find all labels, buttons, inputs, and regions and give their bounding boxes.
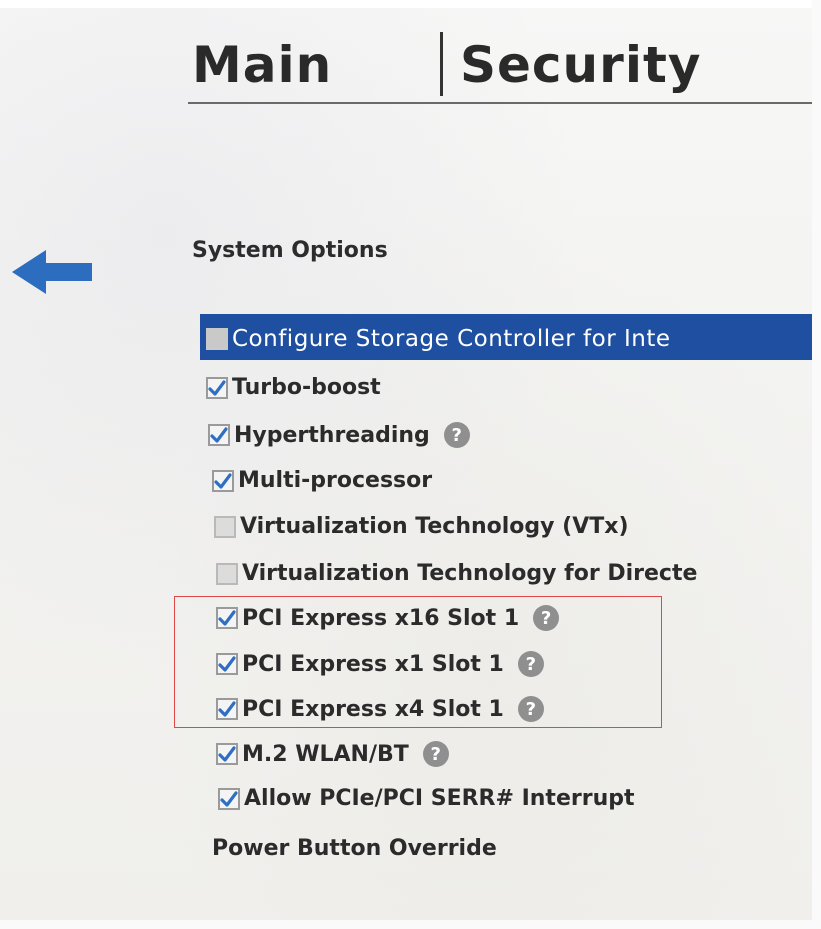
option-label: Virtualization Technology (VTx): [240, 514, 629, 539]
option-checkbox[interactable]: [216, 743, 238, 765]
question-circle-icon[interactable]: ?: [443, 422, 470, 448]
arrow-left-icon: [12, 250, 92, 294]
photo-bottom-margin: [0, 920, 821, 929]
option-checkbox[interactable]: [214, 515, 236, 538]
option-label: Allow PCIe/PCI SERR# Interrupt: [244, 786, 635, 811]
option-checkbox[interactable]: [218, 787, 240, 810]
option-row[interactable]: Virtualization Technology for Directe: [216, 561, 697, 586]
checkmark-icon: [220, 790, 238, 807]
photo-right-margin: [812, 0, 821, 929]
tab-underline: [188, 102, 821, 104]
option-checkbox[interactable]: [208, 424, 230, 446]
tab-divider: [440, 32, 443, 96]
option-checkbox[interactable]: [206, 328, 228, 350]
option-row[interactable]: Multi-processor: [212, 468, 432, 493]
tab-bar: Main Security: [188, 30, 821, 100]
option-label: M.2 WLAN/BT: [242, 741, 409, 767]
bios-screen: Main Security System Options Configure S…: [0, 0, 821, 929]
option-label: Hyperthreading: [234, 422, 430, 448]
checkmark-icon: [208, 379, 226, 396]
checkmark-icon: [214, 472, 232, 489]
photo-top-margin: [0, 0, 821, 8]
option-label: Virtualization Technology for Directe: [242, 561, 698, 586]
power-button-override-label[interactable]: Power Button Override: [212, 836, 497, 861]
option-label: Turbo-boost: [232, 375, 381, 400]
option-row[interactable]: Hyperthreading?: [208, 422, 470, 448]
option-row[interactable]: Configure Storage Controller for Inte: [206, 326, 671, 352]
option-checkbox[interactable]: [216, 562, 238, 585]
tab-security[interactable]: Security: [460, 36, 701, 94]
tab-main[interactable]: Main: [192, 36, 332, 94]
option-label: Configure Storage Controller for Inte: [232, 326, 671, 352]
option-row[interactable]: Allow PCIe/PCI SERR# Interrupt: [218, 786, 635, 811]
option-label: Multi-processor: [238, 468, 433, 493]
option-row[interactable]: Turbo-boost: [206, 375, 381, 400]
checkmark-icon: [210, 427, 228, 443]
option-row[interactable]: Virtualization Technology (VTx): [214, 514, 629, 539]
option-checkbox[interactable]: [212, 469, 234, 492]
option-checkbox[interactable]: [206, 376, 228, 399]
back-button[interactable]: [12, 248, 94, 296]
option-row[interactable]: M.2 WLAN/BT?: [216, 741, 449, 767]
checkmark-icon: [218, 746, 236, 762]
annotation-box: [174, 596, 662, 728]
section-title: System Options: [192, 238, 388, 263]
question-circle-icon[interactable]: ?: [422, 741, 449, 767]
